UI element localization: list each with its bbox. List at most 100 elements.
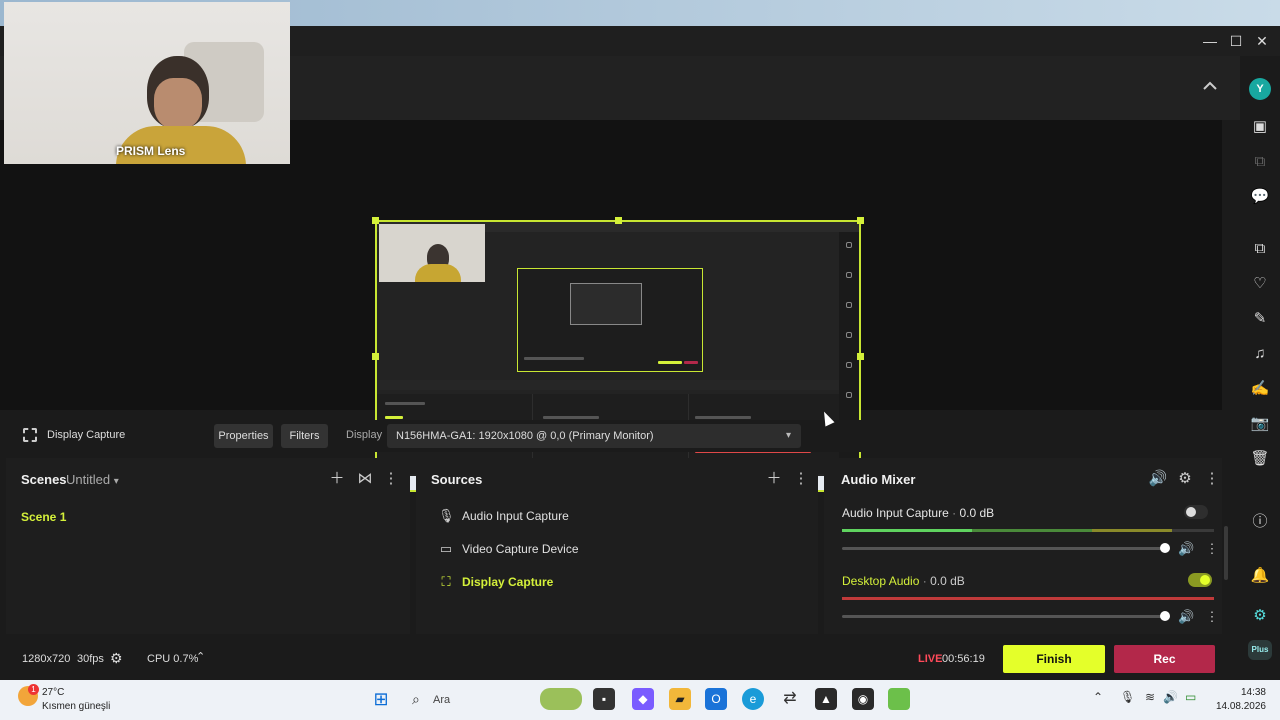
right-sidebar: Y ▣ ⧉ 💬 ⧉ ♡ ✎ ♫ ✍ 📷 🗑 ⓘ 🔔 ⚙ Plus <box>1240 56 1280 680</box>
resolution-text: 1280x720 <box>22 653 71 665</box>
edge-icon[interactable]: e <box>742 688 764 710</box>
multiview-icon[interactable]: ⧉ <box>1248 151 1272 173</box>
audio-mixer-panel: Audio Mixer 🔊 ⚙ ⋮ Audio Input Capture · … <box>824 458 1222 634</box>
display-capture-icon: ⛶ <box>441 574 451 589</box>
battery-icon[interactable]: ▭ <box>1185 690 1196 704</box>
copilot-icon[interactable]: ◆ <box>632 688 654 710</box>
minecraft-icon[interactable] <box>888 688 910 710</box>
outlook-icon[interactable]: O <box>705 688 727 710</box>
more-options-icon[interactable]: ⋮ <box>1204 609 1220 625</box>
prism-app-icon[interactable]: ▲ <box>815 688 837 710</box>
search-placeholder: Ara <box>433 694 451 706</box>
brush-icon[interactable]: ✎ <box>1248 308 1272 330</box>
volume-slider-knob[interactable] <box>1160 611 1170 621</box>
wifi-icon[interactable]: ≋ <box>1145 690 1155 704</box>
chat-icon[interactable]: 💬 <box>1248 186 1272 208</box>
sources-title: Sources <box>431 472 483 487</box>
more-options-icon[interactable]: ⋮ <box>380 468 402 490</box>
windows-taskbar: 1 27°C Kısmen güneşli ⊞ ⌕ Ara ▪ ◆ ▰ O e … <box>0 680 1280 720</box>
mixer-channel-label: Audio Input Capture · 0.0 dB <box>842 506 995 520</box>
live-indicator: LIVE <box>918 653 943 665</box>
clock-date[interactable]: 14.08.2026 <box>1213 701 1266 712</box>
display-label: Display <box>346 429 383 441</box>
file-explorer-icon[interactable]: ▰ <box>669 688 691 710</box>
signature-icon[interactable]: ✍ <box>1248 378 1272 400</box>
task-view-icon[interactable]: ▪ <box>593 688 615 710</box>
selected-source-name: Display Capture <box>47 429 126 441</box>
webcam-label: PRISM Lens <box>116 144 186 158</box>
search-highlight-icon[interactable] <box>540 688 582 710</box>
transition-icon[interactable]: ⋈ <box>354 468 376 490</box>
resize-handle[interactable] <box>372 217 379 224</box>
more-options-icon[interactable]: ⋮ <box>1204 541 1220 557</box>
speaker-icon[interactable]: 🔊 <box>1178 609 1194 625</box>
chevron-down-icon: ▾ <box>113 476 119 487</box>
resize-handle[interactable] <box>615 217 622 224</box>
prism-lens-webcam[interactable]: PRISM Lens <box>4 2 290 164</box>
rec-button[interactable]: Rec <box>1114 645 1215 673</box>
channel-level: 0.0 dB <box>930 574 965 588</box>
source-label: Video Capture Device <box>462 542 579 556</box>
camera-icon[interactable]: 📷 <box>1248 413 1272 435</box>
copy-icon[interactable]: ⧉ <box>1248 238 1272 260</box>
windows-start-icon[interactable]: ⊞ <box>370 688 392 710</box>
close-button[interactable]: ✕ <box>1250 30 1274 52</box>
microphone-icon: 🎙 <box>438 508 455 523</box>
sync-icon[interactable]: ⇄ <box>779 688 801 710</box>
layout-icon[interactable]: ▣ <box>1248 116 1272 138</box>
finish-button[interactable]: Finish <box>1003 645 1105 673</box>
volume-icon[interactable]: 🔊 <box>1163 690 1178 704</box>
clock-time[interactable]: 14:38 <box>1236 687 1266 698</box>
mixer-scrollbar[interactable] <box>1224 526 1228 580</box>
mixer-channel-label: Desktop Audio · 0.0 dB <box>842 574 965 588</box>
obs-icon[interactable]: ◉ <box>852 688 874 710</box>
more-options-icon[interactable]: ⋮ <box>790 468 812 490</box>
volume-slider[interactable] <box>842 611 1170 621</box>
resize-handle[interactable] <box>372 353 379 360</box>
source-label: Display Capture <box>462 575 554 589</box>
add-scene-icon[interactable]: ＋ <box>326 468 348 490</box>
properties-button[interactable]: Properties <box>214 424 273 448</box>
display-select-value: N156HMA-GA1: 1920x1080 @ 0,0 (Primary Mo… <box>396 430 654 442</box>
gear-icon[interactable]: ⚙ <box>1174 468 1196 490</box>
preview-mini-webcam <box>379 224 485 282</box>
scene-collection-dropdown[interactable]: Untitled ▾ <box>66 472 119 487</box>
search-icon: ⌕ <box>412 691 420 707</box>
resize-handle[interactable] <box>857 353 864 360</box>
settings-plus-icon[interactable]: ⚙ <box>1248 605 1272 627</box>
mute-toggle[interactable] <box>1184 505 1208 519</box>
preview-mini-toolbar <box>377 380 859 390</box>
collapse-chevron-icon[interactable] <box>1198 74 1222 98</box>
chevron-down-icon: ▾ <box>785 430 791 441</box>
live-timer: 00:56:19 <box>942 653 985 665</box>
volume-slider-knob[interactable] <box>1160 543 1170 553</box>
add-source-icon[interactable]: ＋ <box>763 468 785 490</box>
gear-icon[interactable]: ⚙ <box>110 650 123 667</box>
avatar[interactable]: Y <box>1249 78 1271 100</box>
alert-icon[interactable]: ⓘ <box>1248 511 1272 533</box>
display-capture-icon <box>23 428 37 442</box>
display-select[interactable]: N156HMA-GA1: 1920x1080 @ 0,0 (Primary Mo… <box>387 424 801 448</box>
chevron-up-icon[interactable]: ⌃ <box>196 650 205 663</box>
plus-badge[interactable]: Plus <box>1248 640 1272 660</box>
preview-nested-capture <box>517 268 703 372</box>
scene-item[interactable]: Scene 1 <box>21 510 66 524</box>
minimize-button[interactable]: — <box>1198 30 1222 52</box>
chevron-up-icon[interactable]: ⌃ <box>1093 690 1103 704</box>
weather-description: Kısmen güneşli <box>42 701 111 712</box>
more-options-icon[interactable]: ⋮ <box>1201 468 1223 490</box>
volume-slider[interactable] <box>842 543 1170 553</box>
sources-panel: Sources ＋ ⋮ 🎙 Audio Input Capture ▭ Vide… <box>416 458 818 634</box>
audio-level-meter <box>842 597 1214 600</box>
heart-icon[interactable]: ♡ <box>1248 273 1272 295</box>
filters-button[interactable]: Filters <box>281 424 328 448</box>
bell-icon[interactable]: 🔔 <box>1248 565 1272 587</box>
trash-icon[interactable]: 🗑 <box>1248 448 1272 470</box>
music-icon[interactable]: ♫ <box>1248 343 1272 365</box>
mute-toggle[interactable] <box>1188 573 1212 587</box>
speaker-icon[interactable]: 🔊 <box>1178 541 1194 557</box>
microphone-icon[interactable]: 🎙 <box>1120 690 1135 704</box>
speaker-icon[interactable]: 🔊 <box>1147 468 1169 490</box>
maximize-button[interactable]: ☐ <box>1224 30 1248 52</box>
resize-handle[interactable] <box>857 217 864 224</box>
